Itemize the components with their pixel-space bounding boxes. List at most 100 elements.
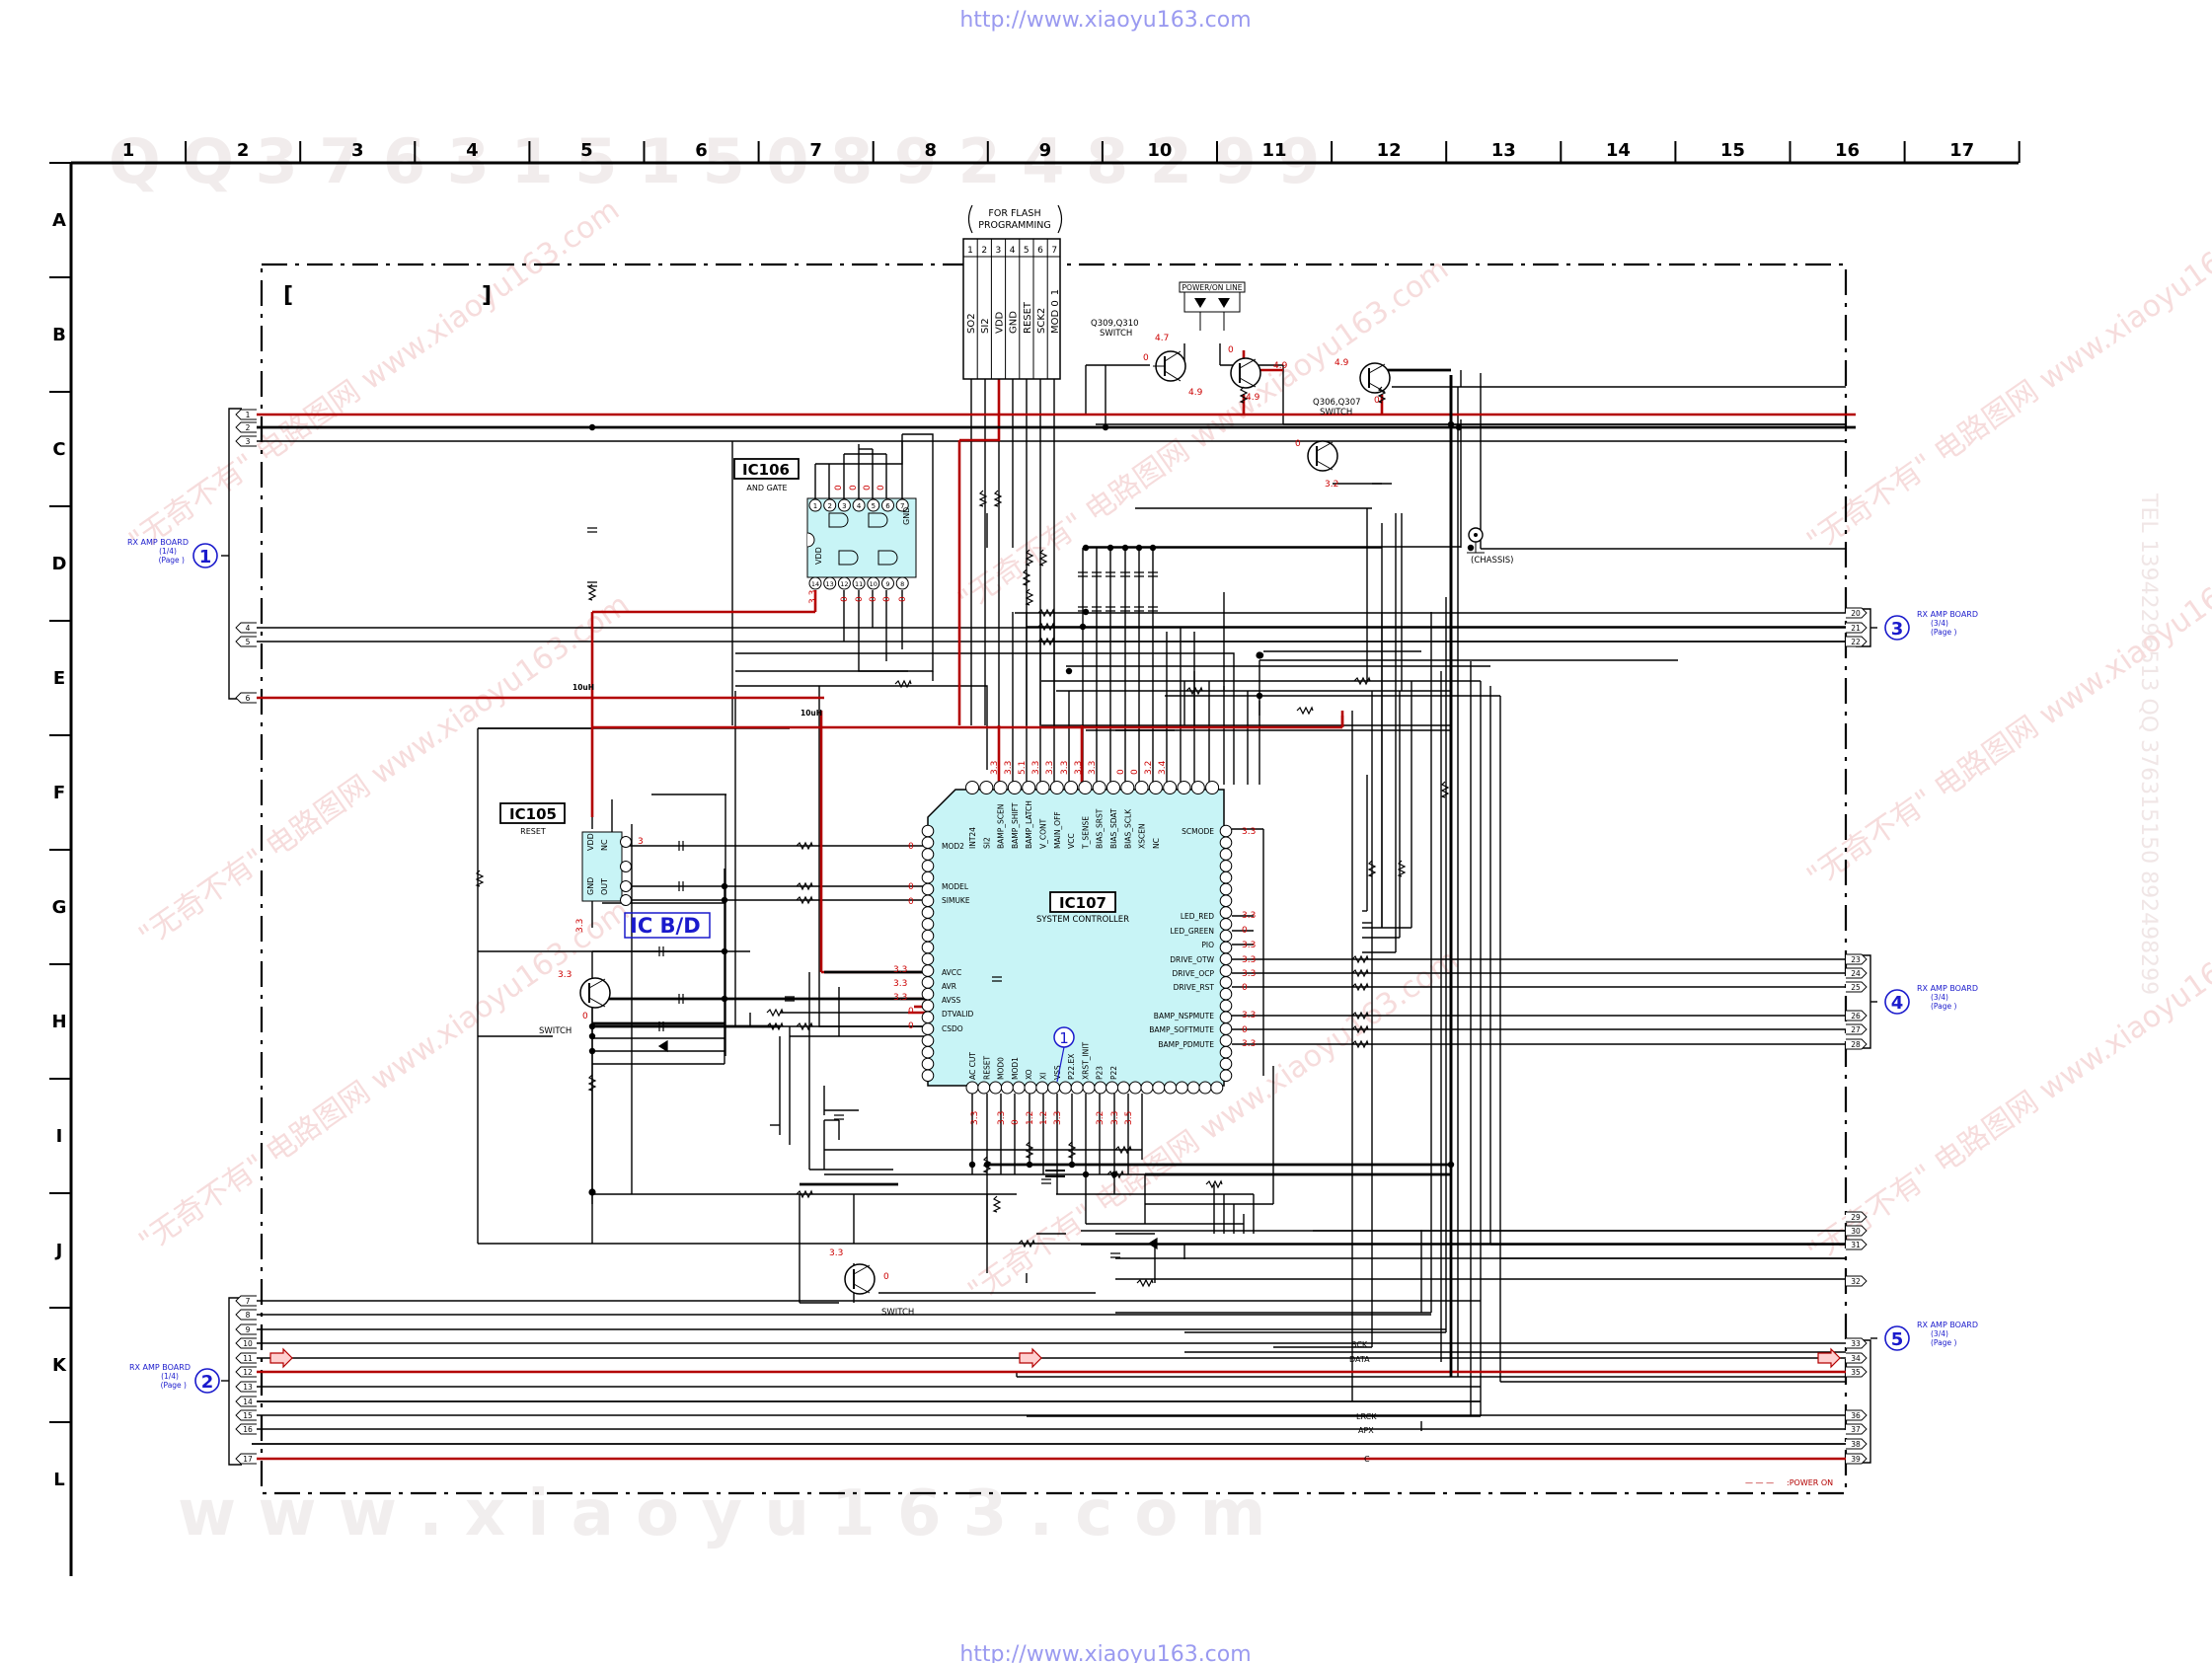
ic107-pin [921, 964, 935, 977]
ic107-right-pin-name: LED_GREEN [1170, 927, 1214, 936]
voltage-v0: 0 [908, 882, 914, 892]
q306-switch: SWITCH [1320, 408, 1352, 417]
header-url[interactable]: http://www.xiaoyu163.com [959, 8, 1251, 33]
ic107-top-pin-name: V_CONT [1039, 818, 1048, 849]
ic107-pin [1210, 1081, 1224, 1095]
terminal-35: 35 [1851, 1368, 1861, 1377]
voltage-v0: 0 [1295, 439, 1301, 449]
ic107-pin [1106, 781, 1120, 794]
ic105-pin [620, 836, 632, 848]
capacitor [1110, 1252, 1120, 1258]
ic107-pin [921, 929, 935, 943]
diode [657, 1039, 668, 1053]
ic105-pin-name: GND [586, 877, 595, 895]
ic107-pin [1219, 894, 1233, 908]
ic107-pin [1219, 952, 1233, 966]
footer-url[interactable]: http://www.xiaoyu163.com [959, 1642, 1251, 1663]
voltage-v0: 0 [1228, 345, 1234, 355]
terminal-7: 7 [246, 1297, 251, 1306]
terminal-28: 28 [1851, 1040, 1861, 1049]
column-label-14: 14 [1606, 140, 1631, 161]
ic107-pin [1175, 1081, 1188, 1095]
ic107-pin [977, 1081, 991, 1095]
ic107-pin [965, 781, 979, 794]
power-on-line-label: POWER/ON LINE [1182, 283, 1243, 292]
ic107-pin [921, 1069, 935, 1083]
watermark-side: TEL 13942296513 QQ 376315150 892498299 [2136, 492, 2161, 995]
column-label-15: 15 [1720, 140, 1745, 161]
ic107-top-pin-name: BIAS_SCLK [1123, 808, 1132, 849]
ic-bd-label: IC B/D [630, 914, 701, 938]
flash-signal: MOD 0_1 [1050, 289, 1061, 334]
ic107-bottom-pin-name: P22 [1109, 1066, 1118, 1080]
reset-switch-label: SWITCH [539, 1026, 572, 1036]
terminal-10: 10 [243, 1339, 253, 1348]
flash-signal: SO2 [966, 313, 977, 334]
ic107-right-pin-name: PIO [1201, 941, 1214, 949]
ic107-pin [1219, 1011, 1233, 1024]
voltage-v0: 0 [849, 485, 859, 491]
column-label-9: 9 [1039, 140, 1052, 161]
ic107-pin [921, 918, 935, 931]
terminal-34: 34 [1851, 1354, 1861, 1363]
voltage-v0: 0 [1374, 396, 1380, 406]
capacitor [1041, 1178, 1051, 1184]
resistor [1136, 1278, 1154, 1288]
column-label-12: 12 [1377, 140, 1402, 161]
ic107-pin [1047, 1081, 1061, 1095]
column-label-7: 7 [809, 140, 822, 161]
voltage-v49: 4.9 [1335, 358, 1349, 368]
ic107-pin [921, 976, 935, 989]
ic107-pin [1219, 824, 1233, 838]
voltage-v0: 0 [882, 596, 892, 602]
ic106-pin-num: 11 [855, 580, 863, 588]
ic107-pin [921, 824, 935, 838]
ic107-pin [1116, 1081, 1130, 1095]
ic106-desc: AND GATE [746, 484, 787, 492]
ic106: IC106 AND GATE 1234567 14 13 12 11 10 9 8 VDD … [733, 458, 917, 590]
ic106-vdd: VDD [814, 547, 823, 565]
ic107-pin [1134, 781, 1149, 794]
voltage-v33: 3.3 [1242, 941, 1256, 950]
voltage-v0: 0 [1242, 1025, 1248, 1035]
flash-signal: VDD [994, 311, 1005, 334]
ic105-pin-name: VDD [586, 833, 595, 851]
ic107-pin [979, 781, 994, 794]
ic106-pin-num: 13 [826, 580, 834, 588]
voltage-v0: 0 [1143, 353, 1149, 363]
ic107-pin [1012, 1081, 1026, 1095]
ic107-pin [1186, 1081, 1200, 1095]
terminal-5: 5 [246, 638, 251, 646]
ic107-pin [921, 836, 935, 850]
ic106-pin-num: 5 [872, 502, 876, 510]
ic107-pin [1219, 1034, 1233, 1047]
ic107-pin [921, 894, 935, 908]
diode [1147, 1237, 1158, 1250]
legend-power-on: :POWER ON [1787, 1478, 1833, 1487]
ic107-right-pin-name: DRIVE_OCP [1173, 969, 1215, 978]
transistor-q307 [1307, 440, 1338, 472]
voltage-v33: 3.3 [1242, 911, 1256, 921]
ic107-pin [1106, 1081, 1119, 1095]
net-c: C [1364, 1455, 1370, 1464]
voltage-v49: 4.9 [1273, 361, 1288, 371]
ic107-pin [921, 952, 935, 966]
flash-subtitle: PROGRAMMING [978, 220, 1051, 231]
voltage-v0: 0 [582, 1012, 588, 1021]
connector-1-sub: (1/4) [159, 547, 177, 556]
ic107-bottom-pin-name: XI [1039, 1073, 1048, 1080]
ic107-bottom-pin-name: P22.EX [1067, 1054, 1076, 1080]
ic107-pin [1128, 1081, 1142, 1095]
ic107-pin [921, 860, 935, 872]
ic107-pin [989, 1081, 1003, 1095]
connector-1-number: 1 [199, 547, 212, 567]
connector-5-sub: (3/4) [1931, 1329, 1948, 1338]
ic106-pin-num: 4 [857, 502, 862, 510]
net-lrck: LRCK [1356, 1412, 1377, 1421]
voltage-v33: 3.3 [893, 993, 907, 1003]
ic107-left-pin-name: CSDO [942, 1024, 963, 1033]
flash-pin-2: 2 [981, 246, 987, 256]
ic107-pin [1092, 781, 1106, 794]
column-label-8: 8 [924, 140, 937, 161]
voltage-v0: 0 [1011, 1119, 1021, 1125]
